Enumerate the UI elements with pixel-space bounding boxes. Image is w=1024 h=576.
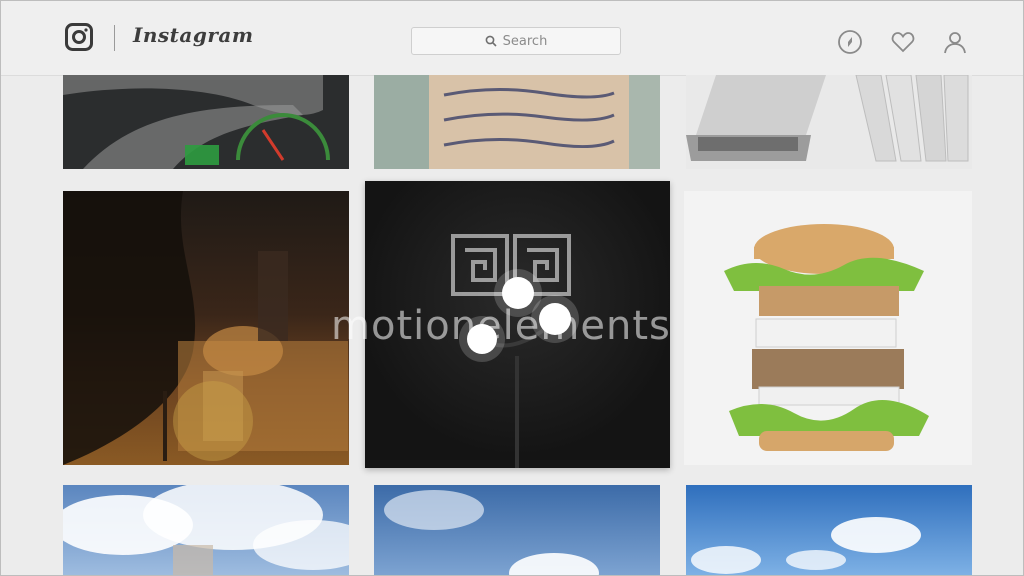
photo-tile-clouds[interactable] [63,485,349,575]
app-window: Instagram Search motionelements [0,0,1024,576]
compass-icon[interactable] [837,29,863,55]
watermark-text: motionelements [331,303,671,349]
user-icon[interactable] [942,29,968,55]
photo-tile-speedometer[interactable] [63,75,349,169]
heart-icon[interactable] [890,29,916,55]
watermark-logo-icon [451,234,571,296]
photo-tile-blue-sky[interactable] [686,485,972,575]
search-input[interactable]: Search [411,27,621,55]
instagram-wordmark[interactable]: Instagram [133,23,254,47]
top-navigation-bar: Instagram Search [1,1,1023,76]
logo-divider [114,25,115,51]
search-placeholder: Search [502,33,548,49]
instagram-camera-icon[interactable] [65,23,93,51]
photo-tile-sticky-note[interactable] [374,75,660,169]
photo-tile-laptop-books[interactable] [686,75,972,169]
photo-tile-sky[interactable] [374,485,660,575]
search-icon [485,35,497,47]
photo-tile-book-burger[interactable] [684,191,972,465]
photo-tile-church-night[interactable] [63,191,349,465]
